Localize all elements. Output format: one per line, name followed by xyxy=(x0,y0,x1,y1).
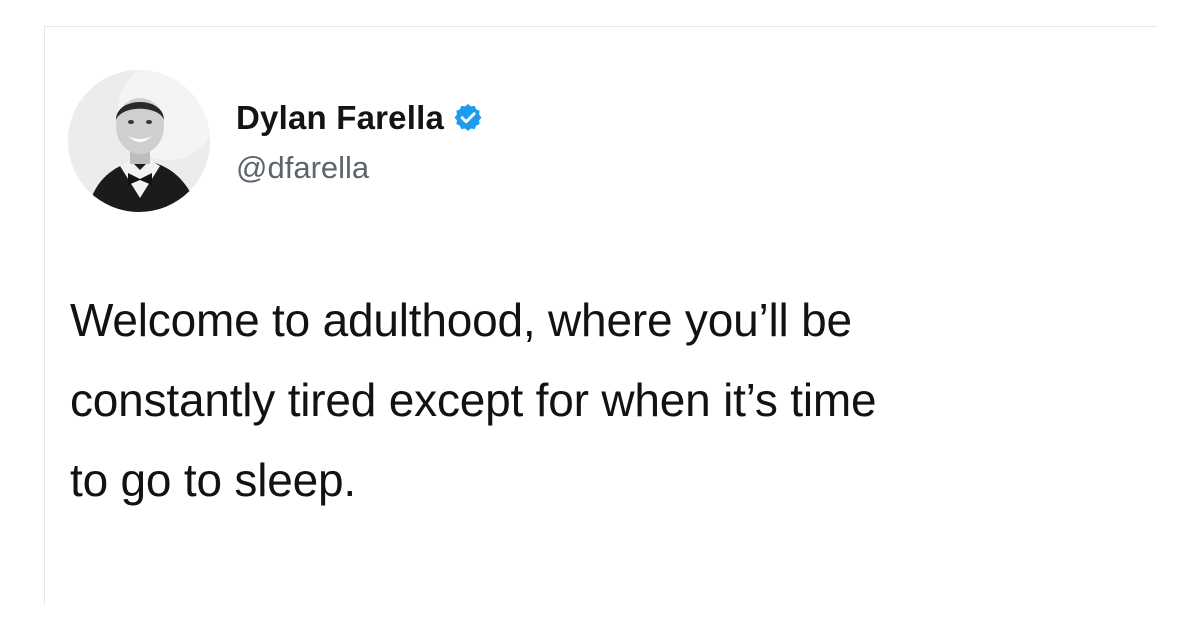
verified-badge-icon xyxy=(452,102,484,134)
display-name-row: Dylan Farella xyxy=(236,96,484,140)
avatar[interactable] xyxy=(68,70,210,212)
profile-photo xyxy=(68,70,210,212)
display-name[interactable]: Dylan Farella xyxy=(236,96,444,140)
page: Dylan Farella @dfarella Welcome to adult… xyxy=(0,0,1200,630)
user-handle[interactable]: @dfarella xyxy=(236,148,369,188)
tweet-text: Welcome to adulthood, where you’ll be co… xyxy=(70,294,877,506)
